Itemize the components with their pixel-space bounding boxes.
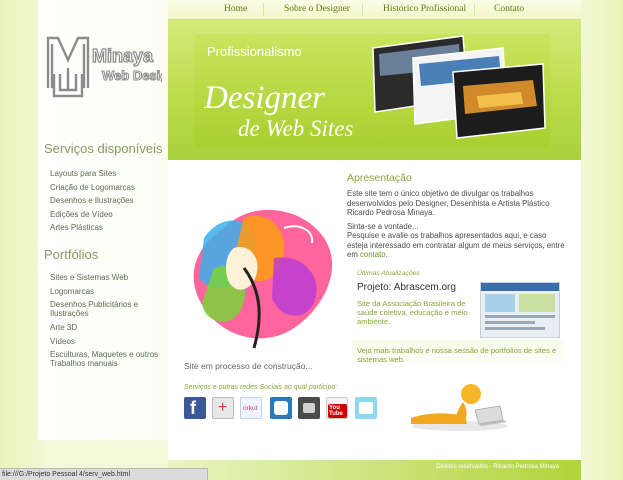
intro-paragraph: Este site tem o único objetivo de divulg…	[347, 189, 550, 217]
invite-paragraph: Pesquise e avalie os trabalhos apresenta…	[347, 231, 567, 260]
3d-figure-laptop-illustration	[411, 384, 508, 431]
nav-divider	[474, 3, 475, 16]
construction-notice: Site em processo de construção...	[184, 361, 313, 371]
apresentacao-title: Apresentação	[347, 172, 412, 184]
banner-headline-2: de Web Sites	[238, 116, 354, 141]
contato-link[interactable]: contato	[360, 250, 386, 259]
copyright-text: Direitos reservados - Ricardo Pedrosa Mi…	[436, 464, 559, 470]
service-item-layouts[interactable]: Layouts para Sites	[50, 167, 165, 181]
nav-divider	[362, 3, 363, 16]
portfolio-item-arte3d[interactable]: Arte 3D	[50, 321, 165, 335]
nav-contato[interactable]: Contato	[494, 4, 524, 14]
google-plus-icon[interactable]: +	[212, 397, 234, 419]
service-item-videos[interactable]: Edições de Vídeo	[50, 208, 165, 222]
facebook-icon[interactable]: f	[184, 397, 206, 419]
nav-historico[interactable]: Histórico Profissional	[383, 4, 466, 14]
invite-end: .	[385, 250, 388, 259]
banner-headline-1: Designer	[204, 80, 325, 116]
project-thumbnail[interactable]	[480, 282, 560, 338]
portfolios-heading: Portfólios	[44, 247, 99, 262]
footer: Direitos reservados - Ricardo Pedrosa Mi…	[168, 460, 581, 480]
portfolio-item-logomarcas[interactable]: Logomarcas	[50, 285, 165, 299]
portfolio-item-desenhos[interactable]: Desenhos Publicitários e Ilustrações	[50, 300, 165, 318]
nav-divider	[263, 3, 264, 16]
twitpic-icon[interactable]	[355, 397, 377, 419]
stumbleupon-icon[interactable]	[298, 397, 320, 419]
browser-status-bar: file:///G:/Projeto Pessoal 4/serv_web.ht…	[0, 468, 208, 480]
social-networks-label: Serviços e outras redes Sociais ao qual …	[184, 384, 338, 391]
banner-tagline: Profissionalismo	[207, 44, 302, 59]
myspace-icon[interactable]	[270, 397, 292, 419]
colorful-artwork-illustration	[193, 209, 333, 349]
nav-sobre[interactable]: Sobre o Designer	[284, 4, 350, 14]
project-screenshot-image	[481, 283, 559, 330]
portfolio-callout[interactable]: Veja mais trabalhos e nossa sessão de po…	[357, 346, 567, 364]
top-nav: Home Sobre o Designer Histórico Profissi…	[168, 0, 581, 20]
svg-text:Web Design: Web Design	[102, 68, 162, 83]
page: Home Sobre o Designer Histórico Profissi…	[0, 0, 623, 480]
youtube-icon[interactable]: You Tube	[326, 397, 348, 419]
nav-home[interactable]: Home	[224, 4, 247, 14]
orkut-icon[interactable]: orkut	[240, 397, 262, 419]
logo-emblem-icon: Minaya Web Design	[46, 36, 177, 98]
service-item-desenhos[interactable]: Desenhos e Ilustrações	[50, 194, 165, 208]
service-item-logomarcas[interactable]: Criação de Logomarcas	[50, 181, 165, 195]
services-heading: Serviços disponíveis	[44, 141, 163, 156]
svg-text:Minaya: Minaya	[92, 46, 154, 66]
minaya-logo[interactable]: Minaya Web Design	[44, 30, 177, 100]
portfolio-item-esculturas[interactable]: Esculturas, Maquetes e outros Trabalhos …	[50, 350, 165, 368]
portfolio-item-sites[interactable]: Sites e Sistemas Web	[50, 271, 165, 285]
portfolio-item-videos[interactable]: Vídeos	[50, 335, 165, 349]
project-description: Site da Associação Brasileira de saúde c…	[357, 299, 468, 326]
project-title[interactable]: Projeto: Abrascem.org	[357, 282, 456, 293]
service-item-artes[interactable]: Artes Plásticas	[50, 221, 165, 235]
latest-updates-label: Últimas Atualizações	[357, 270, 420, 277]
portfolios-menu: Sites e Sistemas Web Logomarcas Desenhos…	[50, 271, 165, 371]
website-screenshots-collage	[372, 35, 546, 139]
services-menu: Layouts para Sites Criação de Logomarcas…	[50, 167, 165, 235]
